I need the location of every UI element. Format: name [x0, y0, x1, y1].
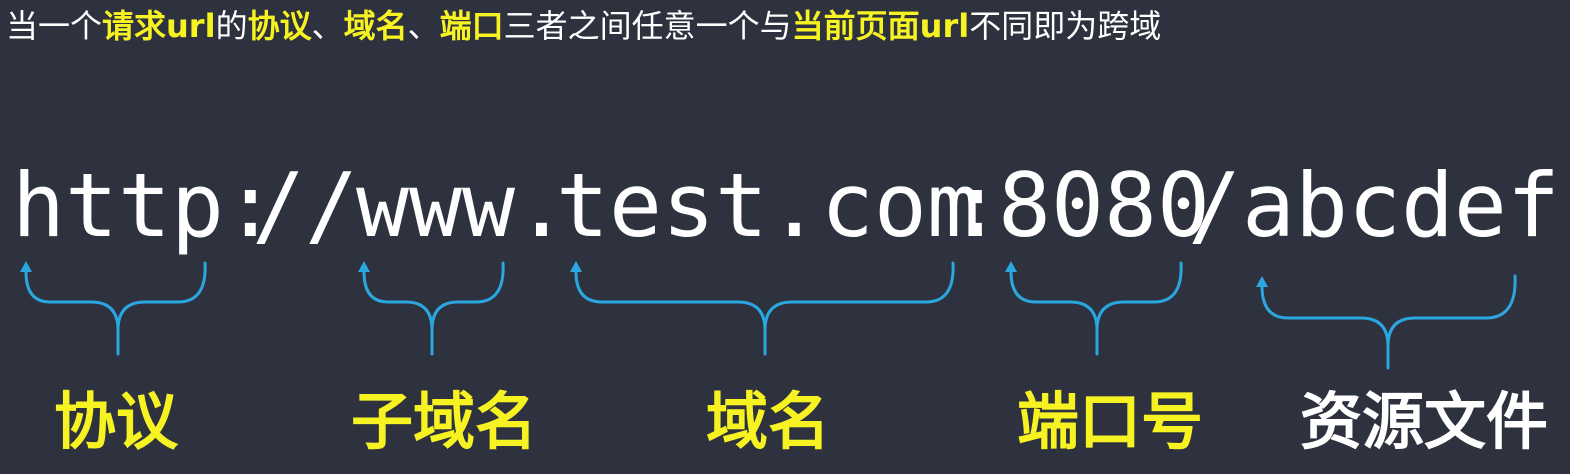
label-resource: 资源文件 — [1299, 385, 1549, 458]
arrow-up-icon — [1256, 276, 1268, 287]
arrow-up-icon — [1005, 261, 1017, 272]
label-subdomain: 子域名 — [350, 385, 538, 458]
label-protocol: 协议 — [53, 385, 179, 458]
brace-subdomain — [362, 261, 505, 356]
arrow-up-icon — [20, 261, 32, 272]
arrow-up-icon — [358, 261, 370, 272]
arrow-up-icon — [570, 261, 582, 272]
label-domain: 域名 — [705, 385, 831, 458]
brace-domain — [574, 261, 955, 356]
brace-protocol — [24, 261, 207, 356]
brace-resource — [1260, 274, 1517, 370]
label-port: 端口号 — [1016, 385, 1204, 458]
brace-port — [1009, 261, 1183, 356]
